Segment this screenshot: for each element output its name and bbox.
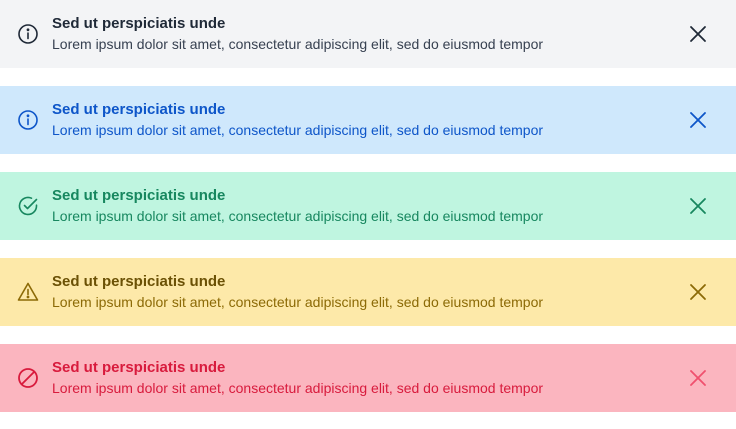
close-icon[interactable] bbox=[686, 194, 710, 218]
alert-message: Lorem ipsum dolor sit amet, consectetur … bbox=[52, 294, 544, 310]
alert-title: Sed ut perspiciatis unde bbox=[52, 101, 226, 118]
check-circle-icon bbox=[17, 195, 39, 217]
close-icon[interactable] bbox=[686, 366, 710, 390]
alert-title: Sed ut perspiciatis unde bbox=[52, 359, 226, 376]
alert-message: Lorem ipsum dolor sit amet, consectetur … bbox=[52, 208, 544, 224]
prohibited-icon bbox=[17, 367, 39, 389]
alert-title: Sed ut perspiciatis unde bbox=[52, 15, 226, 32]
info-icon bbox=[17, 23, 39, 45]
close-icon[interactable] bbox=[686, 280, 710, 304]
alert-error: Sed ut perspiciatis unde Lorem ipsum dol… bbox=[0, 344, 736, 412]
close-icon[interactable] bbox=[686, 22, 710, 46]
alert-message: Lorem ipsum dolor sit amet, consectetur … bbox=[52, 36, 544, 52]
info-icon bbox=[17, 109, 39, 131]
alert-neutral: Sed ut perspiciatis unde Lorem ipsum dol… bbox=[0, 0, 736, 68]
alert-success: Sed ut perspiciatis unde Lorem ipsum dol… bbox=[0, 172, 736, 240]
alert-message: Lorem ipsum dolor sit amet, consectetur … bbox=[52, 380, 544, 396]
alert-info: Sed ut perspiciatis unde Lorem ipsum dol… bbox=[0, 86, 736, 154]
alert-message: Lorem ipsum dolor sit amet, consectetur … bbox=[52, 122, 544, 138]
alert-title: Sed ut perspiciatis unde bbox=[52, 187, 226, 204]
alert-title: Sed ut perspiciatis unde bbox=[52, 273, 226, 290]
warning-triangle-icon bbox=[17, 281, 39, 303]
alert-warning: Sed ut perspiciatis unde Lorem ipsum dol… bbox=[0, 258, 736, 326]
close-icon[interactable] bbox=[686, 108, 710, 132]
